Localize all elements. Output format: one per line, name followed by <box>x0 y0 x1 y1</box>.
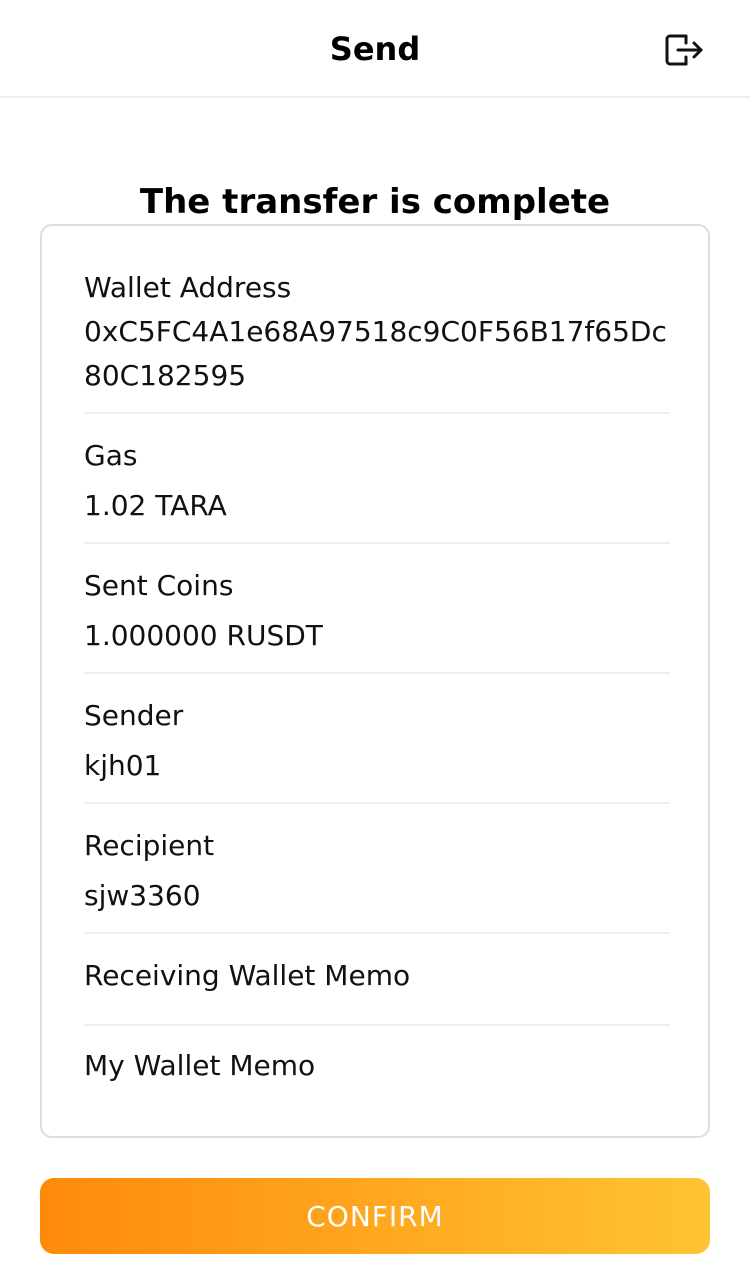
page-title: Send <box>329 30 421 68</box>
receiving-wallet-memo-row: Receiving Wallet Memo <box>84 954 670 998</box>
wallet-address-value: 0xC5FC4A1e68A97518c9C0F56B17f65Dc80C1825… <box>84 315 667 392</box>
divider <box>84 672 670 674</box>
sender-row: Sender kjh01 <box>84 694 670 788</box>
wallet-address-row: Wallet Address 0xC5FC4A1e68A97518c9C0F56… <box>84 266 670 398</box>
gas-value: 1.02 TARA <box>84 489 227 522</box>
my-wallet-memo-label: My Wallet Memo <box>84 1049 316 1082</box>
confirm-button[interactable]: CONFIRM <box>40 1178 710 1254</box>
recipient-row: Recipient sjw3360 <box>84 824 670 918</box>
my-wallet-memo-row: My Wallet Memo <box>84 1044 670 1088</box>
recipient-label: Recipient <box>84 829 215 862</box>
header: Send <box>0 0 750 98</box>
transfer-status-title: The transfer is complete <box>139 182 611 222</box>
recipient-value: sjw3360 <box>84 879 201 912</box>
divider <box>84 802 670 804</box>
sender-value: kjh01 <box>84 749 162 782</box>
transfer-details-card: Wallet Address 0xC5FC4A1e68A97518c9C0F56… <box>40 224 710 1138</box>
wallet-address-label: Wallet Address <box>84 271 292 304</box>
sender-label: Sender <box>84 699 184 732</box>
divider <box>84 1024 670 1026</box>
receiving-wallet-memo-label: Receiving Wallet Memo <box>84 959 411 992</box>
sent-coins-row: Sent Coins 1.000000 RUSDT <box>84 564 670 658</box>
divider <box>84 932 670 934</box>
divider <box>84 412 670 414</box>
confirm-button-label: CONFIRM <box>306 1199 444 1233</box>
gas-label: Gas <box>84 439 138 472</box>
divider <box>84 542 670 544</box>
sent-coins-label: Sent Coins <box>84 569 234 602</box>
logout-icon <box>665 34 703 66</box>
logout-button[interactable] <box>660 28 708 72</box>
gas-row: Gas 1.02 TARA <box>84 434 670 528</box>
sent-coins-value: 1.000000 RUSDT <box>84 619 323 652</box>
